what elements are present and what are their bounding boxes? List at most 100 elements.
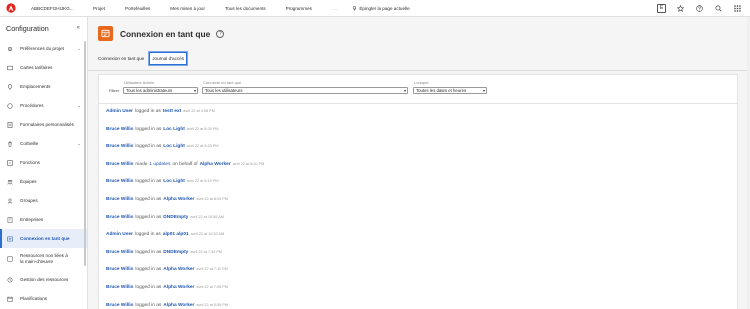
access-log-panel: Filtrer Utilisateur Admin Tous les admin…	[98, 74, 738, 309]
log-action: logged in as	[134, 232, 161, 238]
date-filter-label: Lorsque	[414, 80, 429, 85]
user-filter-select[interactable]: Tous les utilisateurs ▾	[202, 87, 408, 94]
admin-user-link[interactable]: Bruce Willis	[106, 250, 133, 255]
log-entry: Bruce Willis logged in as Loc Light avri…	[106, 178, 264, 196]
log-action: logged in as	[135, 267, 162, 273]
nav-programmes[interactable]: Programmes	[286, 6, 312, 11]
location-icon	[6, 83, 13, 90]
gear-icon	[6, 45, 13, 52]
sidebar-item-resource-management[interactable]: Gestion des ressources	[0, 270, 87, 289]
target-user-link[interactable]: Alpha Worker	[163, 197, 194, 202]
log-entry: Bruce Willis logged in as Loc Light avri…	[106, 143, 264, 161]
target-user-link[interactable]: Alpha Worker	[163, 285, 194, 290]
admin-user-link[interactable]: Bruce Willis	[106, 267, 133, 272]
collapse-sidebar-icon[interactable]: «	[77, 25, 80, 31]
tab-divider	[88, 70, 750, 71]
log-timestamp: avril 22 at 8:29 PM	[186, 126, 219, 131]
trash-icon	[6, 140, 13, 147]
adobe-logo-icon[interactable]	[4, 1, 18, 15]
sidebar-item-rate-cards[interactable]: Cartes tarifaires	[0, 58, 87, 77]
apps-grid-icon[interactable]	[732, 3, 742, 13]
log-entry: Bruce Willis logged in as Alpha Worker a…	[106, 302, 264, 309]
sidebar-item-custom-forms[interactable]: Formulaires personnalisés	[0, 115, 87, 134]
log-entry: Bruce Willis logged in as DNDEmpty avril…	[106, 214, 264, 232]
target-user-link[interactable]: testt ext	[163, 109, 181, 114]
tab-login-as[interactable]: Connexion en tant que	[98, 56, 144, 61]
target-user-link[interactable]: Loc Light	[163, 127, 185, 132]
nav-projet[interactable]: Projet	[93, 6, 105, 11]
target-user-link[interactable]: DNDEmpty	[163, 215, 188, 220]
log-action: made	[135, 161, 148, 167]
target-user-link[interactable]: Alpha Worker	[163, 267, 194, 272]
calendar-icon	[6, 295, 13, 302]
target-user-link[interactable]: Alpha Worker	[163, 303, 194, 308]
sidebar-item-login-as[interactable]: Connexion en tant que	[0, 229, 87, 248]
tab-access-log[interactable]: Journal d'accès	[149, 52, 188, 65]
sidebar-title: Configuration	[6, 23, 49, 33]
sidebar-item-functions[interactable]: Fonctions	[0, 153, 87, 172]
user-filter-label: Connecté en tant que	[203, 80, 242, 85]
search-icon[interactable]	[713, 3, 723, 13]
top-bar: ABBCDEFGHIJKG... Projet Portefeuilles Me…	[0, 0, 750, 17]
nav-portefeuilles[interactable]: Portefeuilles	[125, 6, 150, 11]
admin-user-link[interactable]: Bruce Willis	[106, 162, 133, 167]
pin-page-label: Épingler la page actuelle	[359, 5, 410, 11]
nav-more[interactable]: .....	[332, 6, 338, 11]
procedure-icon	[6, 102, 13, 109]
target-user-link[interactable]: Alpha Worker	[200, 162, 231, 167]
admin-user-link[interactable]: Bruce Willis	[106, 285, 133, 290]
resource-management-icon	[6, 276, 13, 283]
admin-user-link[interactable]: Admin User	[106, 232, 133, 237]
target-user-link[interactable]: alp01 alp01	[163, 232, 189, 237]
date-filter-select[interactable]: Toutes les dates et heures ▾	[413, 87, 487, 94]
pin-page-button[interactable]: Épingler la page actuelle	[352, 5, 410, 11]
sidebar-item-groups[interactable]: Groupes	[0, 191, 87, 210]
admin-user-link[interactable]: Bruce Willis	[106, 144, 133, 149]
admin-user-link[interactable]: Bruce Willis	[106, 197, 133, 202]
admin-user-link[interactable]: Bruce Willis	[106, 179, 133, 184]
log-entry: Admin User logged in as testt ext avril …	[106, 108, 264, 126]
log-timestamp: avril 22 at 10:59 AM	[190, 214, 224, 219]
help-circle-icon[interactable]	[694, 3, 704, 13]
log-action-suffix: on behalf of	[172, 161, 198, 167]
log-timestamp: avril 22 at 4:08 PM	[183, 109, 215, 113]
sidebar-item-locations[interactable]: Emplacements	[0, 77, 87, 96]
form-icon	[6, 121, 13, 128]
log-action: logged in as	[134, 109, 161, 114]
target-user-link[interactable]: DNDEmpty	[163, 250, 188, 255]
sidebar-item-project-preferences[interactable]: Préférences du projet ⌄	[0, 39, 87, 58]
admin-user-link[interactable]: Bruce Willis	[106, 127, 133, 132]
sidebar-item-companies[interactable]: Entreprises	[0, 210, 87, 229]
sidebar-item-schedules[interactable]: Planifications	[0, 289, 87, 308]
admin-user-link[interactable]: Admin User	[106, 109, 133, 114]
sidebar-item-label: Groupes	[20, 197, 38, 203]
star-icon[interactable]	[675, 3, 685, 13]
group-icon	[6, 197, 13, 204]
nav-mises-a-jour[interactable]: Mes mises à jour	[170, 6, 205, 11]
sidebar-item-trash[interactable]: Corbeille ⌄	[0, 134, 87, 153]
log-timestamp: avril 22 at 8:09 PM	[196, 196, 229, 201]
nav-documents[interactable]: Tous les documents	[225, 6, 266, 11]
chevron-down-icon: ⌄	[77, 140, 81, 146]
log-entry: Bruce Willis made 1 updates on behalf of…	[106, 161, 264, 179]
sidebar-item-teams[interactable]: Équipes	[0, 172, 87, 191]
sidebar-item-label: Gestion des ressources	[20, 276, 69, 282]
assigned-badge-icon[interactable]: E	[657, 3, 666, 13]
sidebar-item-non-labor-resources[interactable]: Ressources non liées à la main-d'œuvre	[0, 248, 87, 270]
admin-filter-select[interactable]: Tous les administrateurs ▾	[123, 87, 198, 94]
sidebar-item-label: Équipes	[20, 178, 37, 184]
organization-name[interactable]: ABBCDEFGHIJKG...	[31, 6, 79, 11]
target-user-link[interactable]: Loc Light	[163, 144, 185, 149]
sidebar-item-procedures[interactable]: Procédures ⌄	[0, 96, 87, 115]
sidebar-item-label: Entreprises	[20, 216, 44, 222]
pin-icon	[352, 5, 358, 11]
admin-user-link[interactable]: Bruce Willis	[106, 215, 133, 220]
admin-user-link[interactable]: Bruce Willis	[106, 303, 133, 308]
help-icon[interactable]: ?	[216, 29, 225, 38]
sidebar-header: Configuration «	[0, 17, 87, 39]
log-timestamp: avril 22 at 8:20 PM	[232, 161, 265, 166]
sidebar-scrollbar[interactable]	[84, 41, 86, 266]
updates-link[interactable]: 1 updates	[149, 162, 170, 167]
chevron-down-icon: ▾	[482, 88, 485, 93]
target-user-link[interactable]: Loc Light	[163, 179, 185, 184]
